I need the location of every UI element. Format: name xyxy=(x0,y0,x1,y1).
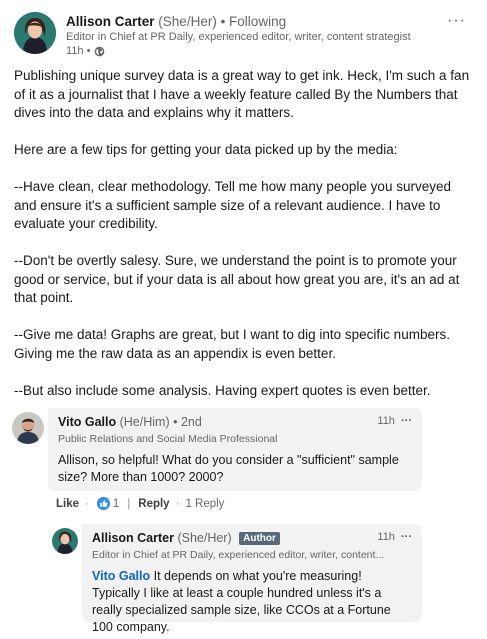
replier-headline: Editor in Chief at PR Daily, experienced… xyxy=(92,549,385,561)
author-line: Allison Carter (She/Her) • Following xyxy=(66,14,286,29)
commenter-name[interactable]: Vito Gallo xyxy=(58,415,116,429)
replier-avatar[interactable] xyxy=(52,528,78,554)
post-paragraph: --Have clean, clear methodology. Tell me… xyxy=(14,179,451,231)
author-name[interactable]: Allison Carter xyxy=(66,14,155,29)
follow-status: • Following xyxy=(220,14,287,29)
comment-more-menu-icon[interactable]: ··· xyxy=(401,415,412,427)
connection-degree: • 2nd xyxy=(173,415,202,429)
mention-link[interactable]: Vito Gallo xyxy=(92,569,150,583)
post-meta: 11h • xyxy=(66,45,105,57)
separator: · xyxy=(85,497,89,510)
separator: · xyxy=(175,497,180,510)
reply-button[interactable]: Reply xyxy=(138,498,169,510)
post-paragraph: --But also include some analysis. Having… xyxy=(14,382,431,398)
post-paragraph: Here are a few tips for getting your dat… xyxy=(14,142,398,157)
replier-name[interactable]: Allison Carter xyxy=(92,531,174,545)
like-count[interactable]: 1 xyxy=(113,498,119,510)
reply: Allison Carter (She/Her) Author Editor i… xyxy=(0,524,487,634)
post-paragraph: --Give me data! Graphs are great, but I … xyxy=(14,327,450,361)
reply-time-and-menu: 11h ··· xyxy=(377,531,412,543)
post-time: 11h • xyxy=(66,45,91,57)
author-avatar[interactable] xyxy=(14,12,56,54)
comment-bubble: Vito Gallo (He/Him) • 2nd Public Relatio… xyxy=(48,408,422,491)
author-headline: Editor in Chief at PR Daily, experienced… xyxy=(66,31,411,43)
author-pronouns: (She/Her) xyxy=(158,14,217,29)
post-header: Allison Carter (She/Her) • Following Edi… xyxy=(14,12,474,62)
globe-icon xyxy=(94,46,105,57)
reply-text: Vito Gallo It depends on what you're mea… xyxy=(92,568,410,636)
post-body: Publishing unique survey data is a great… xyxy=(14,67,476,419)
replier-pronouns: (She/Her) xyxy=(177,531,232,545)
commenter-headline: Public Relations and Social Media Profes… xyxy=(58,433,278,445)
commenter-name-line: Vito Gallo (He/Him) • 2nd xyxy=(58,415,202,429)
comment: Vito Gallo (He/Him) • 2nd Public Relatio… xyxy=(0,408,487,528)
post-paragraph: Publishing unique survey data is a great… xyxy=(14,68,470,120)
commenter-pronouns: (He/Him) xyxy=(119,415,170,429)
comment-time-and-menu: 11h ··· xyxy=(377,415,412,427)
comment-actions: Like · 1 | Reply · 1 Reply xyxy=(56,497,224,510)
replier-name-line: Allison Carter (She/Her) Author xyxy=(92,531,280,545)
reply-bubble: Allison Carter (She/Her) Author Editor i… xyxy=(82,524,422,634)
separator: | xyxy=(127,497,131,510)
comment-text: Allison, so helpful! What do you conside… xyxy=(58,453,399,484)
reply-time: 11h xyxy=(377,531,395,543)
like-button[interactable]: Like xyxy=(56,498,79,510)
comment-time: 11h xyxy=(377,415,395,427)
author-badge: Author xyxy=(239,532,280,545)
like-reaction-icon xyxy=(96,497,110,510)
reply-more-menu-icon[interactable]: ··· xyxy=(401,531,412,543)
post-more-menu-icon[interactable]: ··· xyxy=(447,12,466,30)
reply-count[interactable]: 1 Reply xyxy=(185,498,224,510)
post-paragraph: --Don't be overtly salesy. Sure, we unde… xyxy=(14,253,460,305)
commenter-avatar[interactable] xyxy=(12,412,44,444)
